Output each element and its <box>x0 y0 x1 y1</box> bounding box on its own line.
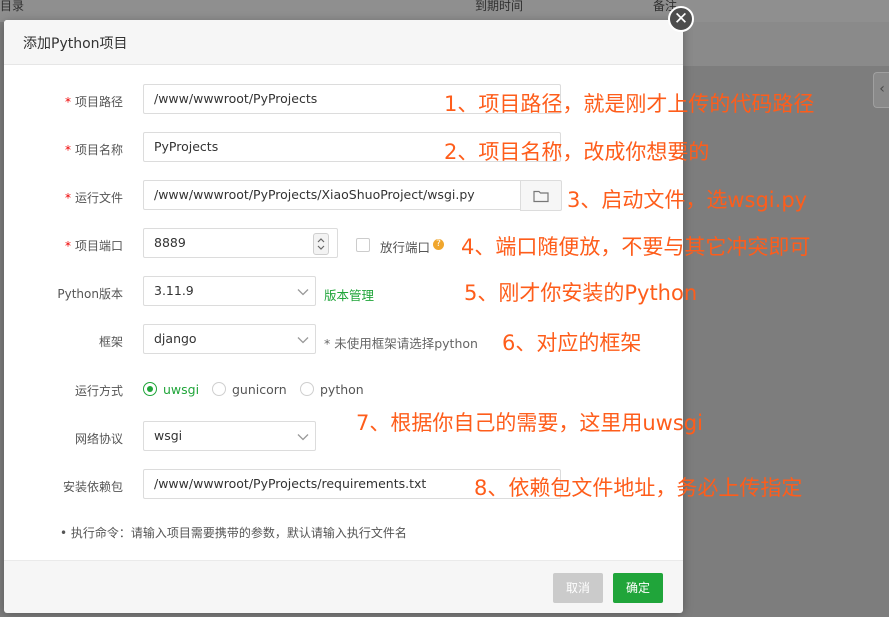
project-port-input[interactable]: 8889 <box>143 228 338 258</box>
chevron-down-icon <box>297 289 309 296</box>
annotation-2: 2、项目名称，改成你想要的 <box>444 140 710 164</box>
project-port-label-text: 项目端口 <box>74 239 123 253</box>
collapse-arrow-icon[interactable]: ‹ <box>873 72 889 108</box>
radio-gunicorn[interactable] <box>212 382 226 396</box>
required-mark: * <box>64 239 71 253</box>
framework-label: 框架 <box>98 335 123 349</box>
run-mode-label: 运行方式 <box>74 384 123 398</box>
protocol-select[interactable]: wsgi <box>143 421 316 451</box>
annotation-7: 7、根据你自己的需要，这里用uwsgi <box>356 411 703 435</box>
radio-gunicorn-label[interactable]: gunicorn <box>232 382 287 397</box>
port-stepper[interactable] <box>313 233 329 255</box>
background-row <box>683 22 889 66</box>
chevron-down-icon <box>297 434 309 441</box>
annotation-4: 4、端口随便放，不要与其它冲突即可 <box>461 235 811 259</box>
requirements-label: 安装依赖包 <box>62 480 123 494</box>
folder-icon <box>533 190 549 202</box>
close-icon[interactable]: ✕ <box>668 6 694 32</box>
radio-uwsgi-label[interactable]: uwsgi <box>163 382 199 397</box>
stepper-arrows-icon <box>317 238 325 250</box>
folder-picker-button[interactable] <box>520 180 562 211</box>
open-port-checkbox[interactable] <box>356 238 370 252</box>
python-version-label: Python版本 <box>57 287 123 301</box>
python-version-select[interactable]: 3.11.9 <box>143 276 316 306</box>
open-port-label: 放行端口 <box>380 240 431 255</box>
project-name-label-text: 项目名称 <box>74 143 123 157</box>
run-file-label: * 运行文件 <box>4 189 123 206</box>
col-expire: 到期时间 <box>475 0 524 13</box>
dialog-footer: 取消 确定 <box>4 560 683 613</box>
project-path-label: * 项目路径 <box>4 93 123 110</box>
dialog-header: 添加Python项目 <box>4 20 683 65</box>
col-directory: 目录 <box>0 0 25 13</box>
project-name-label: * 项目名称 <box>4 141 123 158</box>
help-icon[interactable]: ? <box>433 239 444 250</box>
exec-command-hint: • 执行命令：请输入项目需要携带的参数，默认请输入执行文件名 <box>60 526 407 540</box>
annotation-1: 1、项目路径，就是刚才上传的代码路径 <box>444 92 815 116</box>
radio-python[interactable] <box>300 382 314 396</box>
background-table-header: 目录 到期时间 备注 <box>0 0 889 22</box>
radio-uwsgi[interactable] <box>143 382 157 396</box>
version-manage-link[interactable]: 版本管理 <box>324 285 374 304</box>
protocol-label: 网络协议 <box>74 432 123 446</box>
run-file-input[interactable]: /www/wwwroot/PyProjects/XiaoShuoProject/… <box>143 180 521 210</box>
required-mark: * <box>64 95 71 109</box>
confirm-button[interactable]: 确定 <box>613 573 663 603</box>
annotation-6: 6、对应的框架 <box>502 331 642 355</box>
radio-python-label[interactable]: python <box>320 382 364 397</box>
annotation-5: 5、刚才你安装的Python <box>464 281 698 305</box>
framework-note: * 未使用框架请选择python <box>324 336 478 351</box>
framework-select[interactable]: django <box>143 324 316 354</box>
project-port-label: * 项目端口 <box>4 237 123 254</box>
required-mark: * <box>64 143 71 157</box>
cancel-button[interactable]: 取消 <box>553 573 603 603</box>
project-path-label-text: 项目路径 <box>74 95 123 109</box>
dialog-title: 添加Python项目 <box>23 36 128 52</box>
chevron-down-icon <box>297 337 309 344</box>
annotation-3: 3、启动文件，选wsgi.py <box>567 188 808 212</box>
required-mark: * <box>64 191 71 205</box>
run-file-label-text: 运行文件 <box>74 191 123 205</box>
annotation-8: 8、依赖包文件地址，务必上传指定 <box>474 476 803 500</box>
